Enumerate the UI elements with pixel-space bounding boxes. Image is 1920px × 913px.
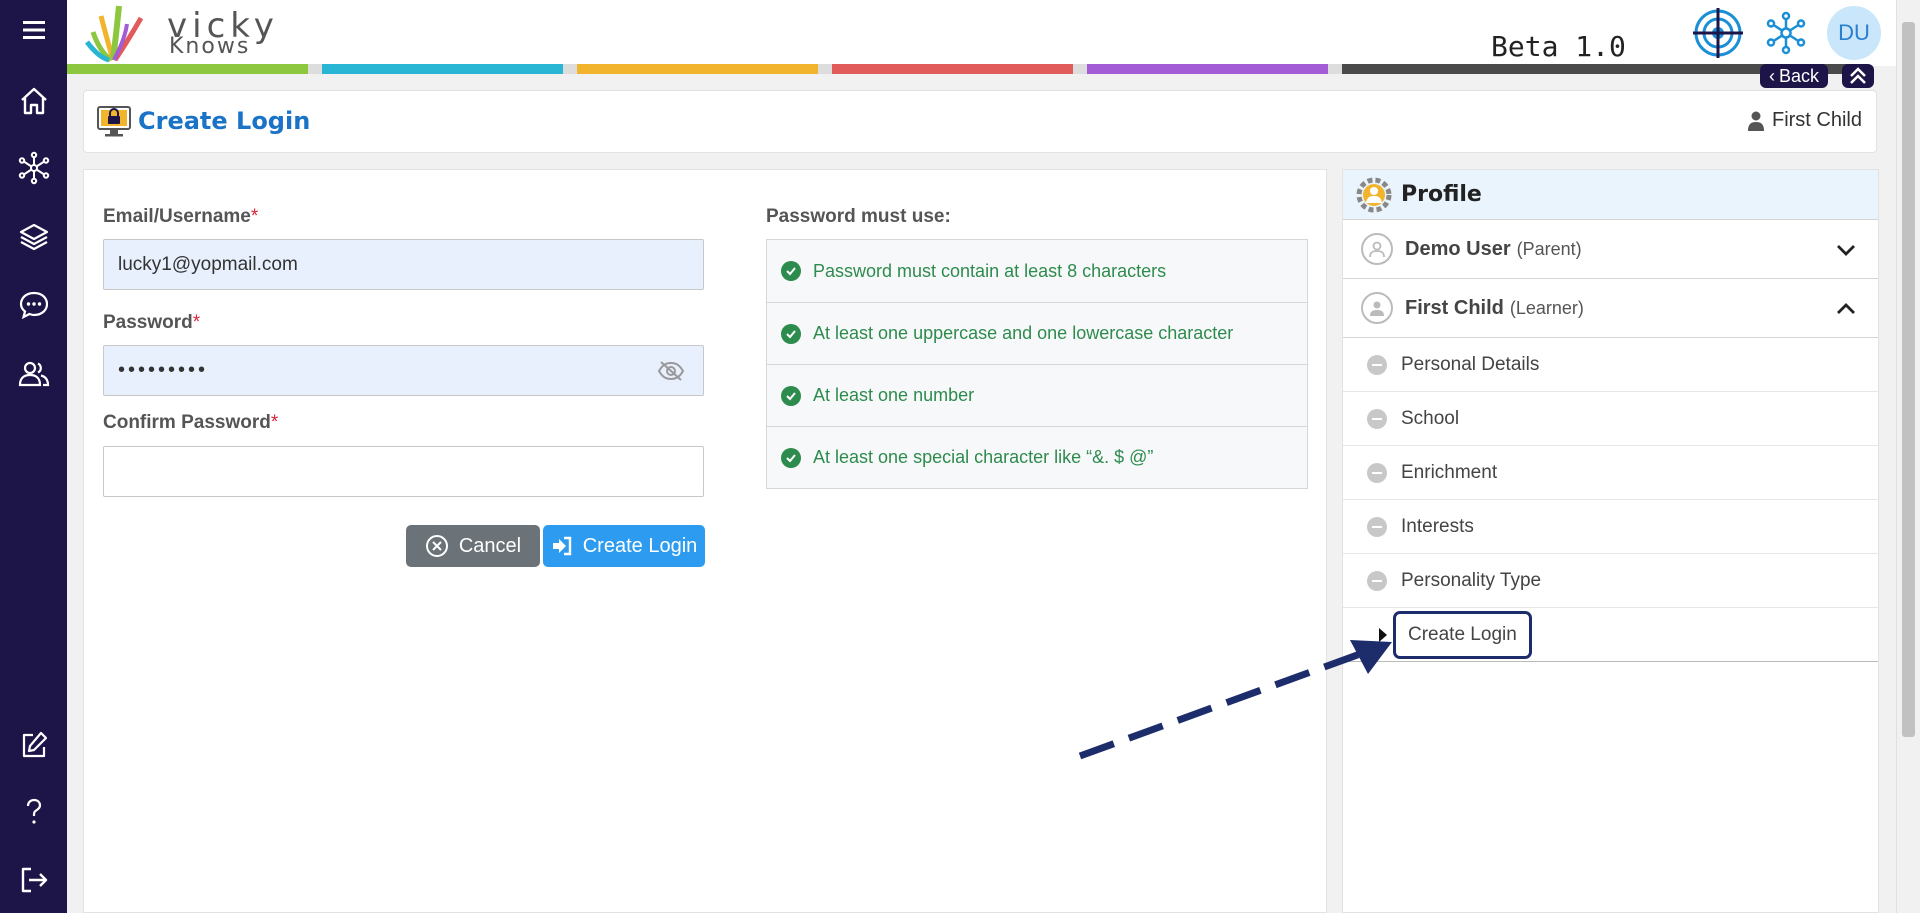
edit-icon[interactable]: [0, 720, 67, 770]
back-label: Back: [1779, 65, 1820, 86]
eye-slash-icon[interactable]: [657, 360, 685, 382]
profile-item-enrichment[interactable]: Enrichment: [1343, 446, 1878, 500]
chat-icon[interactable]: [0, 280, 67, 330]
check-circle-icon: [781, 323, 801, 344]
minus-circle-icon: [1367, 408, 1387, 429]
user-avatar[interactable]: DU: [1827, 6, 1881, 60]
profile-item-label: School: [1401, 407, 1460, 429]
help-icon[interactable]: [0, 787, 67, 837]
profile-item-label: Create Login: [1393, 610, 1532, 659]
account-name: First Child: [1405, 296, 1504, 319]
user-circle-icon: [1361, 292, 1393, 324]
create-login-label: Create Login: [582, 534, 698, 557]
login-screen-icon: [97, 106, 131, 137]
collapse-header-button[interactable]: [1842, 64, 1874, 88]
profile-item-label: Personality Type: [1401, 569, 1542, 591]
profile-item-label: Personal Details: [1401, 353, 1540, 375]
minus-circle-icon: [1367, 570, 1387, 591]
current-user-name: First Child: [1771, 109, 1862, 131]
person-icon: [1747, 111, 1764, 131]
password-rule-text: At least one special character like “&. …: [813, 447, 1154, 467]
profile-item-create-login[interactable]: Create Login: [1343, 608, 1878, 662]
account-first-child[interactable]: First Child (Learner): [1343, 279, 1878, 338]
required-mark: *: [270, 412, 279, 433]
home-icon[interactable]: [0, 76, 67, 126]
current-user-indicator: First Child: [1747, 109, 1862, 132]
page-title: Create Login: [138, 107, 311, 135]
email-value: lucky1@yopmail.com: [118, 253, 298, 275]
back-button[interactable]: ‹ Back: [1760, 64, 1829, 88]
confirm-password-field[interactable]: [103, 446, 704, 497]
minus-circle-icon: [1367, 516, 1387, 537]
chevron-down-icon: [1837, 245, 1855, 256]
required-mark: *: [192, 312, 201, 333]
menu-icon[interactable]: [0, 5, 67, 55]
password-rule-text: Password must contain at least 8 charact…: [813, 260, 1167, 281]
profile-item-label: Interests: [1401, 515, 1474, 537]
email-label: Email/Username*: [103, 206, 259, 227]
create-login-form-card: Email/Username* lucky1@yopmail.com Passw…: [83, 169, 1327, 913]
chevron-left-icon: ‹: [1769, 65, 1775, 86]
check-circle-icon: [781, 447, 801, 468]
password-rule-text: At least one number: [813, 385, 975, 405]
profile-item-label: Enrichment: [1401, 461, 1498, 483]
vicky-knows-logo[interactable]: vicky Knows: [83, 2, 274, 64]
password-rule: At least one special character like “&. …: [767, 426, 1307, 488]
password-label: Password*: [103, 312, 201, 333]
profile-header: Profile: [1343, 170, 1878, 220]
cancel-button[interactable]: Cancel: [406, 525, 540, 567]
account-role: (Learner): [1509, 297, 1584, 318]
top-header: vicky Knows Beta 1.0 DU: [67, 0, 1896, 66]
required-mark: *: [250, 206, 259, 227]
sidebar: [0, 0, 67, 913]
email-field[interactable]: lucky1@yopmail.com: [103, 239, 704, 290]
scrollbar-thumb[interactable]: [1902, 22, 1915, 737]
check-circle-icon: [781, 385, 801, 406]
logout-icon[interactable]: [0, 855, 67, 905]
users-icon[interactable]: [0, 349, 67, 399]
password-rule: At least one uppercase and one lowercase…: [767, 302, 1307, 364]
page-scrollbar[interactable]: [1896, 0, 1920, 913]
profile-title: Profile: [1401, 182, 1482, 207]
close-circle-icon: [425, 535, 448, 557]
user-circle-icon: [1361, 233, 1393, 265]
cancel-label: Cancel: [458, 534, 522, 557]
header-color-bar: [67, 64, 1896, 74]
logo-text-knows: Knows: [169, 34, 251, 59]
account-role: (Parent): [1516, 238, 1582, 259]
account-name: Demo User: [1405, 237, 1511, 260]
password-value: •••••••••: [118, 359, 209, 381]
confirm-password-label: Confirm Password*: [103, 412, 279, 433]
network-icon[interactable]: [0, 143, 67, 193]
target-icon[interactable]: [1691, 6, 1745, 60]
password-field[interactable]: •••••••••: [103, 345, 704, 396]
password-rules-list: Password must contain at least 8 charact…: [766, 239, 1308, 489]
network-hub-icon[interactable]: [1759, 6, 1813, 60]
page-title-bar: Create Login First Child: [83, 90, 1877, 153]
profile-item-interests[interactable]: Interests: [1343, 500, 1878, 554]
password-rules-title: Password must use:: [766, 206, 951, 227]
sign-in-icon: [552, 536, 571, 556]
minus-circle-icon: [1367, 354, 1387, 375]
password-rule: At least one number: [767, 364, 1307, 426]
profile-item-personality-type[interactable]: Personality Type: [1343, 554, 1878, 608]
chevron-up-icon: [1837, 303, 1855, 314]
profile-gear-icon: [1356, 177, 1392, 212]
minus-circle-icon: [1367, 462, 1387, 483]
create-login-button[interactable]: Create Login: [543, 525, 705, 567]
double-chevron-up-icon: [1850, 67, 1866, 84]
password-rule: Password must contain at least 8 charact…: [767, 240, 1307, 302]
account-demo-user[interactable]: Demo User (Parent): [1343, 220, 1878, 279]
caret-right-icon: [1379, 627, 1387, 642]
layers-icon[interactable]: [0, 212, 67, 262]
check-circle-icon: [781, 261, 801, 281]
version-label: Beta 1.0: [1491, 30, 1626, 63]
profile-item-personal-details[interactable]: Personal Details: [1343, 338, 1878, 392]
profile-item-school[interactable]: School: [1343, 392, 1878, 446]
profile-panel: Profile Demo User (Parent) First Child (…: [1342, 169, 1879, 913]
password-rule-text: At least one uppercase and one lowercase…: [813, 323, 1234, 343]
